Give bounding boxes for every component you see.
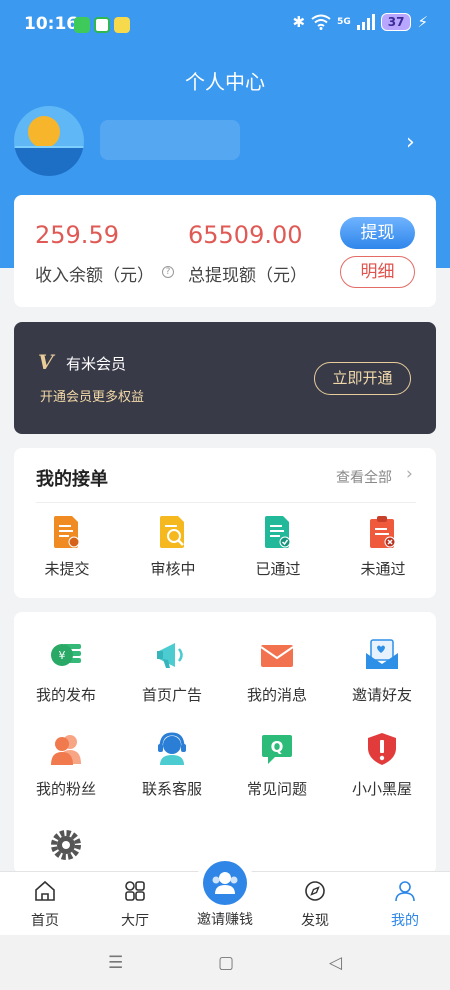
coins-icon: ¥ [51, 644, 81, 666]
order-status-label: 审核中 [150, 560, 196, 578]
wifi-icon [311, 14, 331, 30]
tool-my-posts[interactable]: ¥ 我的发布 [16, 638, 116, 705]
doc-review-icon [160, 516, 184, 548]
user-icon [395, 881, 415, 902]
orders-title: 我的接单 [36, 469, 108, 490]
open-membership-button[interactable]: 立即开通 [314, 362, 411, 395]
network-type: 5G [337, 17, 351, 27]
tab-label: 我的 [391, 913, 419, 929]
tab-discover[interactable]: 发现 [280, 880, 350, 930]
vip-logo-icon: V [38, 350, 54, 374]
tool-home-ads[interactable]: 首页广告 [122, 638, 222, 705]
chevron-right-icon[interactable]: › [406, 464, 413, 484]
order-status-label: 未提交 [44, 560, 90, 578]
avatar-sun-graphic [28, 116, 60, 148]
status-time: 10:16 [24, 14, 79, 34]
tool-label: 我的消息 [246, 686, 307, 704]
withdrawn-label: 总提现额（元） [188, 266, 307, 286]
grid-icon [125, 881, 145, 901]
tool-label: 小小黑屋 [351, 780, 412, 798]
doc-pending-icon [54, 516, 80, 548]
doc-approved-icon [265, 516, 291, 548]
app-notification-icon-2 [114, 17, 130, 33]
svg-text:Q: Q [271, 738, 284, 756]
megaphone-icon [157, 643, 183, 668]
app-notification-icon [94, 17, 110, 33]
avatar-sea-graphic [14, 148, 84, 176]
svg-text:¥: ¥ [59, 649, 66, 662]
order-status-rejected[interactable]: 未通过 [343, 516, 423, 579]
system-nav-bar: ☰ ▢ ◁ [0, 935, 450, 990]
order-status-label: 已通过 [255, 560, 301, 578]
fans-icon [51, 735, 81, 765]
detail-button[interactable]: 明细 [340, 256, 415, 288]
doc-rejected-icon [370, 516, 396, 548]
view-all-link[interactable]: 查看全部 [336, 467, 392, 487]
order-status-approved[interactable]: 已通过 [238, 516, 318, 579]
membership-title: 有米会员 [66, 355, 127, 373]
home-icon [35, 880, 55, 901]
tool-blacklist[interactable]: 小小黑屋 [332, 732, 432, 799]
tool-label: 我的发布 [35, 686, 96, 704]
tool-label: 常见问题 [246, 780, 307, 798]
earnings-card: 259.59 收入余额（元） ? 65509.00 总提现额（元） 提现 明细 [14, 195, 436, 307]
tool-invite-friends[interactable]: 邀请好友 [332, 638, 432, 705]
envelope-icon [260, 645, 294, 667]
invite-letter-icon [366, 639, 398, 669]
withdrawn-value: 65509.00 [188, 221, 303, 249]
order-status-review[interactable]: 审核中 [133, 516, 213, 579]
withdraw-button[interactable]: 提现 [340, 217, 415, 249]
battery-indicator: 37 [380, 13, 412, 31]
customer-service-icon [158, 732, 186, 765]
balance-value: 259.59 [35, 221, 119, 249]
tool-label: 首页广告 [141, 686, 202, 704]
tab-hall[interactable]: 大厅 [100, 880, 170, 930]
tab-label: 发现 [301, 913, 329, 929]
home-button-icon[interactable]: ▢ [218, 953, 234, 973]
charging-icon: ⚡ [417, 13, 428, 31]
menu-icon[interactable]: ☰ [108, 953, 123, 973]
bluetooth-icon: ✱ [292, 13, 306, 31]
settings-gear-icon [51, 830, 81, 860]
divider [36, 502, 416, 503]
invite-people-icon [212, 872, 238, 894]
tab-invite[interactable] [203, 861, 247, 905]
tools-card: ¥ 我的发布 首页广告 我的消息 邀请好友 我的粉丝 联系客服 Q 常见问题 小… [14, 612, 436, 874]
avatar[interactable] [14, 106, 84, 176]
faq-icon: Q [262, 735, 292, 764]
balance-label: 收入余额（元） [35, 266, 154, 286]
compass-icon [305, 881, 325, 901]
tab-label: 大厅 [121, 913, 149, 929]
order-status-label: 未通过 [360, 560, 406, 578]
help-icon[interactable]: ? [162, 266, 174, 278]
tool-faq[interactable]: Q 常见问题 [227, 732, 327, 799]
profile-chevron-icon[interactable]: › [406, 130, 415, 155]
tool-messages[interactable]: 我的消息 [227, 638, 327, 705]
tool-label: 联系客服 [141, 780, 202, 798]
tool-my-fans[interactable]: 我的粉丝 [16, 732, 116, 799]
tool-label: 邀请好友 [351, 686, 412, 704]
tool-settings[interactable] [16, 828, 116, 866]
membership-subtitle: 开通会员更多权益 [40, 390, 145, 405]
tool-customer-service[interactable]: 联系客服 [122, 732, 222, 799]
tool-label: 我的粉丝 [35, 780, 96, 798]
tab-invite-label[interactable]: 邀请赚钱 [190, 909, 260, 929]
page-title: 个人中心 [185, 70, 265, 94]
back-icon[interactable]: ◁ [329, 953, 342, 973]
tab-label: 首页 [31, 913, 59, 929]
signal-icon [356, 14, 375, 30]
membership-card[interactable]: V 有米会员 开通会员更多权益 立即开通 [14, 322, 436, 434]
status-bar: 10:16 ✱ 5G 37 ⚡ [0, 0, 450, 50]
orders-card: 我的接单 查看全部 › 未提交 审核中 已通过 未通过 [14, 448, 436, 598]
username-redacted [100, 120, 240, 160]
tab-home[interactable]: 首页 [10, 880, 80, 930]
order-status-pending[interactable]: 未提交 [27, 516, 107, 579]
wechat-icon [74, 17, 90, 33]
tab-mine[interactable]: 我的 [370, 880, 440, 930]
shield-alert-icon [368, 733, 396, 765]
